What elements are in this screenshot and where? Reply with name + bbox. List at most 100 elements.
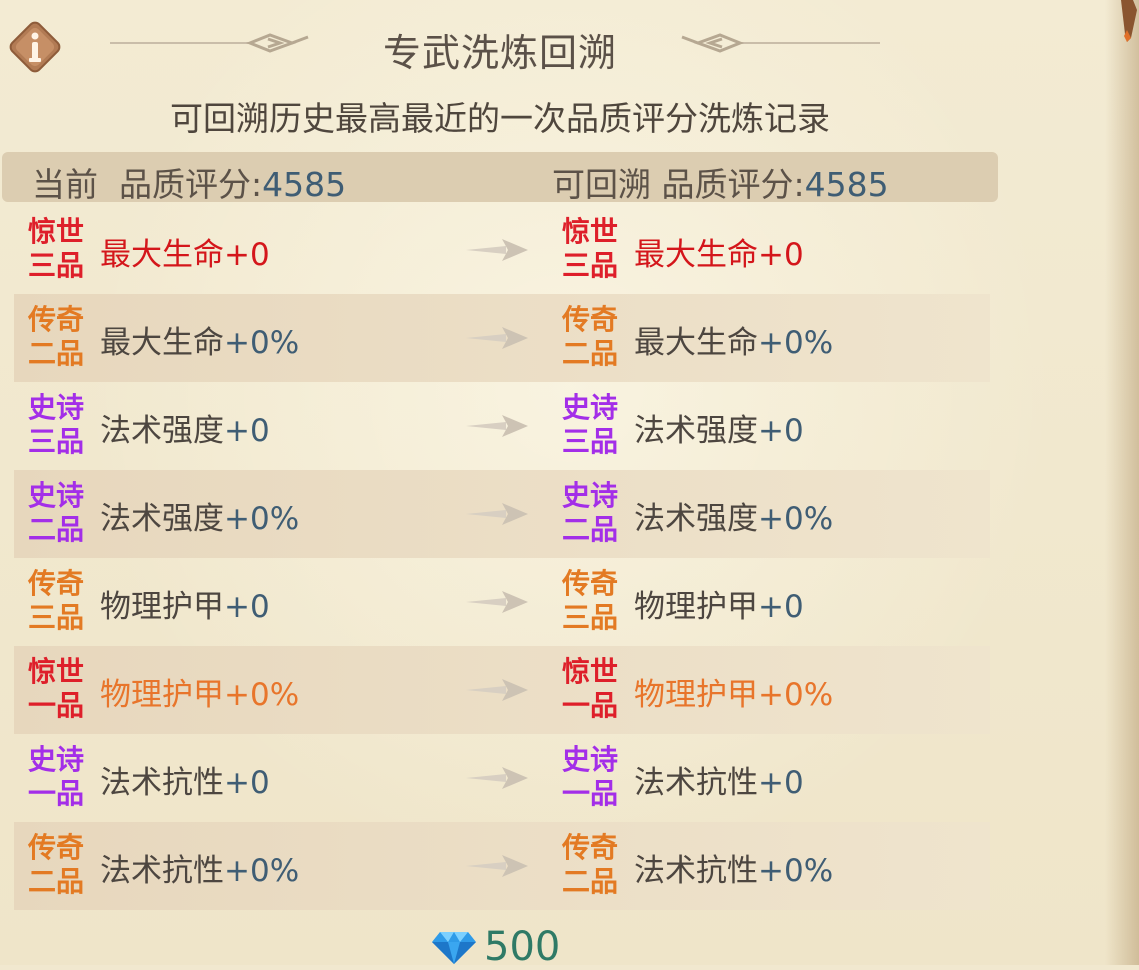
- stat-value: +0%: [758, 677, 834, 713]
- arrow-right-icon: [466, 327, 528, 349]
- rollback-quality-badge: 传奇 三品: [562, 566, 626, 638]
- stat-value: +0%: [224, 501, 300, 537]
- tier-label: 一品: [562, 777, 619, 810]
- rollback-quality-badge: 传奇 二品: [562, 830, 626, 902]
- stat-name: 法术强度: [100, 413, 224, 449]
- current-quality-badge: 史诗 三品: [28, 390, 92, 462]
- quality-label: 惊世: [28, 215, 85, 248]
- stat-name: 法术强度: [100, 501, 224, 537]
- rollback-score-label: 可回溯 品质评分:: [552, 165, 805, 204]
- cost-amount: 500: [484, 924, 561, 970]
- stat-value: +0%: [224, 853, 300, 889]
- panel-subtitle: 可回溯历史最高最近的一次品质评分洗炼记录: [170, 99, 830, 138]
- tier-label: 三品: [28, 601, 85, 634]
- tier-label: 二品: [28, 865, 85, 898]
- stat-value: +0%: [758, 853, 834, 889]
- stat-value: +0: [758, 237, 804, 273]
- stat-value: +0: [758, 765, 804, 801]
- rollback-stat: 物理护甲+0: [634, 581, 804, 626]
- stat-value: +0: [758, 589, 804, 625]
- arrow-right-icon: [466, 591, 528, 613]
- current-quality-badge: 史诗 二品: [28, 478, 92, 550]
- quality-label: 史诗: [28, 743, 85, 776]
- current-stat: 最大生命+0%: [100, 317, 299, 362]
- quality-label: 史诗: [562, 743, 619, 776]
- stat-value: +0: [758, 413, 804, 449]
- rollback-score-header: 可回溯 品质评分:4585: [552, 158, 889, 206]
- attribute-row: 惊世 三品 最大生命+0 惊世 三品 最大生命+0: [14, 206, 990, 294]
- rollback-stat: 法术强度+0%: [634, 493, 833, 538]
- brush-icon: [1121, 0, 1137, 42]
- rollback-stat: 法术抗性+0%: [634, 845, 833, 890]
- attribute-row: 惊世 一品 物理护甲+0% 惊世 一品 物理护甲+0%: [14, 646, 990, 734]
- quality-label: 传奇: [28, 303, 85, 336]
- rollback-quality-badge: 史诗 二品: [562, 478, 626, 550]
- rollback-quality-badge: 史诗 一品: [562, 742, 626, 814]
- quality-label: 传奇: [562, 303, 619, 336]
- stat-value: +0: [224, 237, 270, 273]
- stat-name: 法术抗性: [100, 765, 224, 801]
- rollback-quality-badge: 史诗 三品: [562, 390, 626, 462]
- current-quality-badge: 惊世 三品: [28, 214, 92, 286]
- arrow-right-icon: [466, 239, 528, 261]
- current-score-header: 当前 品质评分:4585: [32, 158, 346, 206]
- current-stat: 法术强度+0: [100, 405, 270, 450]
- tier-label: 三品: [562, 425, 619, 458]
- stat-value: +0%: [224, 677, 300, 713]
- title-area: 专武洗炼回溯: [0, 14, 1000, 75]
- current-stat: 法术强度+0%: [100, 493, 299, 538]
- stat-name: 法术抗性: [634, 765, 758, 801]
- stat-name: 物理护甲: [100, 677, 224, 713]
- rollback-stat: 法术抗性+0: [634, 757, 804, 802]
- stat-value: +0%: [224, 325, 300, 361]
- ornament-right-icon: [681, 33, 880, 53]
- rollback-stat: 最大生命+0%: [634, 317, 833, 362]
- tier-label: 一品: [562, 689, 619, 722]
- quality-label: 传奇: [562, 567, 619, 600]
- current-quality-badge: 传奇 二品: [28, 830, 92, 902]
- current-score-label: 当前 品质评分:: [32, 165, 263, 204]
- stat-value: +0%: [758, 325, 834, 361]
- quality-label: 史诗: [562, 479, 619, 512]
- quality-label: 传奇: [28, 831, 85, 864]
- current-quality-badge: 传奇 二品: [28, 302, 92, 374]
- current-stat: 物理护甲+0: [100, 581, 270, 626]
- tier-label: 三品: [562, 601, 619, 634]
- rollback-stat: 法术强度+0: [634, 405, 804, 450]
- attribute-row: 传奇 二品 最大生命+0% 传奇 二品 最大生命+0%: [14, 294, 990, 382]
- quality-label: 惊世: [28, 655, 85, 688]
- stat-value: +0: [224, 765, 270, 801]
- current-quality-badge: 传奇 三品: [28, 566, 92, 638]
- tier-label: 二品: [562, 865, 619, 898]
- stat-name: 最大生命: [100, 325, 224, 361]
- stat-name: 法术强度: [634, 501, 758, 537]
- arrow-right-icon: [466, 679, 528, 701]
- score-header: 当前 品质评分:4585 可回溯 品质评分:4585: [2, 152, 998, 204]
- arrow-right-icon: [466, 767, 528, 789]
- quality-label: 传奇: [562, 831, 619, 864]
- quality-label: 史诗: [562, 391, 619, 424]
- arrow-right-icon: [466, 415, 528, 437]
- stat-name: 最大生命: [634, 325, 758, 361]
- rollback-stat: 最大生命+0: [634, 229, 804, 274]
- attribute-comparison-list: 惊世 三品 最大生命+0 惊世 三品 最大生命+0 传奇 二品 最大生命+0% 传奇 二品 最大生命+…: [14, 206, 990, 910]
- tier-label: 三品: [28, 425, 85, 458]
- tier-label: 三品: [562, 249, 619, 282]
- attribute-row: 史诗 三品 法术强度+0 史诗 三品 法术强度+0: [14, 382, 990, 470]
- stat-name: 法术强度: [634, 413, 758, 449]
- attribute-row: 传奇 二品 法术抗性+0% 传奇 二品 法术抗性+0%: [14, 822, 990, 910]
- rollback-quality-badge: 惊世 三品: [562, 214, 626, 286]
- tier-label: 三品: [28, 249, 85, 282]
- quality-label: 传奇: [28, 567, 85, 600]
- current-quality-badge: 惊世 一品: [28, 654, 92, 726]
- current-stat: 法术抗性+0: [100, 757, 270, 802]
- quality-label: 史诗: [28, 479, 85, 512]
- arrow-right-icon: [466, 855, 528, 877]
- stat-name: 法术抗性: [100, 853, 224, 889]
- rollback-stat: 物理护甲+0%: [634, 669, 833, 714]
- current-quality-badge: 史诗 一品: [28, 742, 92, 814]
- rollback-quality-badge: 惊世 一品: [562, 654, 626, 726]
- current-score-value: 4585: [262, 165, 347, 204]
- tier-label: 一品: [28, 689, 85, 722]
- arrow-right-icon: [466, 503, 528, 525]
